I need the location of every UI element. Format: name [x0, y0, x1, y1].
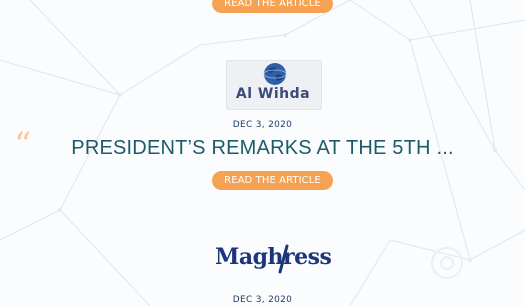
pen-stroke-icon: [278, 244, 289, 274]
article-date: DEC 3, 2020: [232, 295, 293, 305]
read-article-button[interactable]: READ THE ARTICLE: [212, 171, 333, 190]
maghress-logo[interactable]: Maghress: [215, 244, 332, 270]
article-headline[interactable]: PRESIDENT’S REMARKS AT THE 5TH ...: [0, 137, 525, 160]
globe-icon: [263, 63, 287, 85]
alwihda-logo[interactable]: Al Wihda: [226, 86, 320, 102]
article-date: DEC 3, 2020: [232, 120, 293, 130]
read-article-button[interactable]: READ THE ARTICLE: [212, 0, 333, 13]
